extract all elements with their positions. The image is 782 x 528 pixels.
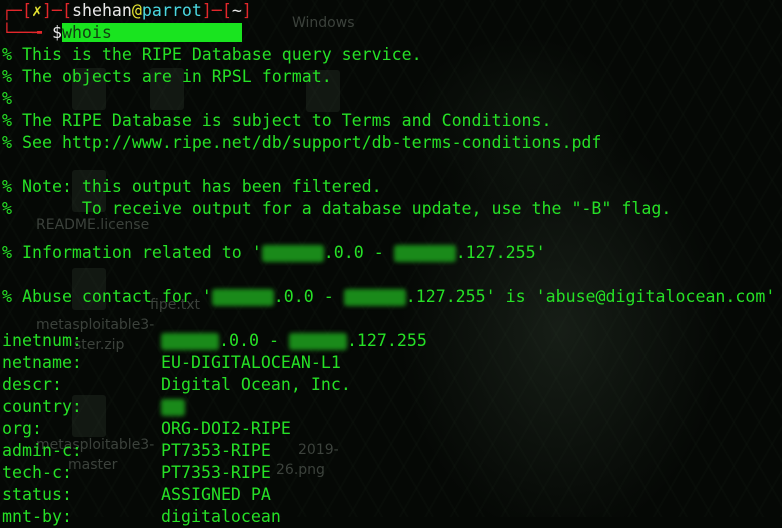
terminal-window[interactable]: ┌─[✗]─[shehan@parrot]─[~] └──╼ $whois % …: [0, 0, 782, 526]
field-descr: descr: Digital Ocean, Inc.: [2, 374, 351, 396]
redacted-ip: [161, 333, 219, 350]
abuse-range-end: .127.255' is 'abuse@digitalocean.com': [405, 287, 776, 306]
redacted-ip: [261, 245, 324, 262]
output-line: % See http://www.ripe.net/db/support/db-…: [2, 133, 602, 152]
field-key: descr:: [2, 375, 62, 394]
output-line-information: % Information related to ' .0.0 - .127.25…: [2, 242, 546, 264]
field-country: country:: [2, 396, 185, 418]
prompt-host: parrot: [141, 1, 202, 20]
prompt-directory: ~: [231, 1, 242, 20]
prompt-line: ┌─[✗]─[shehan@parrot]─[~]: [2, 0, 252, 22]
field-key: tech-c:: [2, 463, 72, 482]
output-line: %: [2, 89, 12, 108]
info-range-end: .127.255': [455, 243, 546, 262]
prompt-bracket: ]─[: [201, 1, 232, 20]
prompt-dollar: $: [51, 23, 62, 42]
info-prefix: % Information related to ': [2, 243, 262, 262]
redacted-ip: [393, 245, 456, 262]
field-key: admin-c:: [2, 441, 82, 460]
field-key: org:: [2, 419, 42, 438]
output-line: % This is the RIPE Database query servic…: [2, 45, 422, 64]
field-value: EU-DIGITALOCEAN-L1: [161, 353, 341, 372]
field-value: ORG-DOI2-RIPE: [161, 419, 291, 438]
output-line: % Note: this output has been filtered.: [2, 177, 382, 196]
field-key: country:: [2, 397, 82, 416]
field-key: inetnum:: [2, 331, 82, 350]
prompt-at: @: [131, 1, 142, 20]
redacted-ip: [288, 333, 347, 350]
redacted-ip: [343, 289, 406, 306]
field-inetnum: inetnum: .0.0 - .127.255: [2, 330, 427, 352]
field-org: org: ORG-DOI2-RIPE: [2, 418, 291, 440]
field-netname: netname: EU-DIGITALOCEAN-L1: [2, 352, 341, 374]
redacted-ip: [211, 289, 274, 306]
field-value: Digital Ocean, Inc.: [161, 375, 351, 394]
field-key: netname:: [2, 353, 82, 372]
field-key: mnt-by:: [2, 507, 72, 526]
field-key: status:: [2, 485, 72, 504]
field-value: .0.0 -: [219, 331, 289, 350]
output-line: % The objects are in RPSL format.: [2, 67, 332, 86]
field-mnt-by: mnt-by: digitalocean: [2, 506, 281, 528]
abuse-prefix: % Abuse contact for ': [2, 287, 212, 306]
output-line-abuse: % Abuse contact for ' .0.0 - .127.255' is…: [2, 286, 775, 308]
field-admin-c: admin-c: PT7353-RIPE: [2, 440, 271, 462]
field-tech-c: tech-c: PT7353-RIPE: [2, 462, 271, 484]
command-text: whois: [61, 23, 122, 42]
prompt-bracket: ]─[: [41, 1, 72, 20]
command-line[interactable]: └──╼ $whois: [2, 22, 242, 44]
output-line: % To receive output for a database updat…: [2, 199, 672, 218]
field-value: .127.255: [346, 331, 427, 350]
field-status: status: ASSIGNED PA: [2, 484, 271, 506]
prompt-bracket: ┌─[: [2, 1, 32, 20]
field-value: PT7353-RIPE: [161, 463, 271, 482]
prompt-bracket: ]: [241, 1, 252, 20]
output-line: % The RIPE Database is subject to Terms …: [2, 111, 552, 130]
command-selection[interactable]: whois: [61, 23, 242, 42]
prompt-corner: └──╼: [2, 23, 52, 42]
field-value: ASSIGNED PA: [161, 485, 271, 504]
abuse-range-start: .0.0 -: [273, 287, 344, 306]
field-value: PT7353-RIPE: [161, 441, 271, 460]
redacted-country: [161, 399, 185, 416]
info-range-start: .0.0 -: [323, 243, 394, 262]
prompt-status-icon: ✗: [31, 1, 42, 20]
prompt-user: shehan: [71, 1, 132, 20]
